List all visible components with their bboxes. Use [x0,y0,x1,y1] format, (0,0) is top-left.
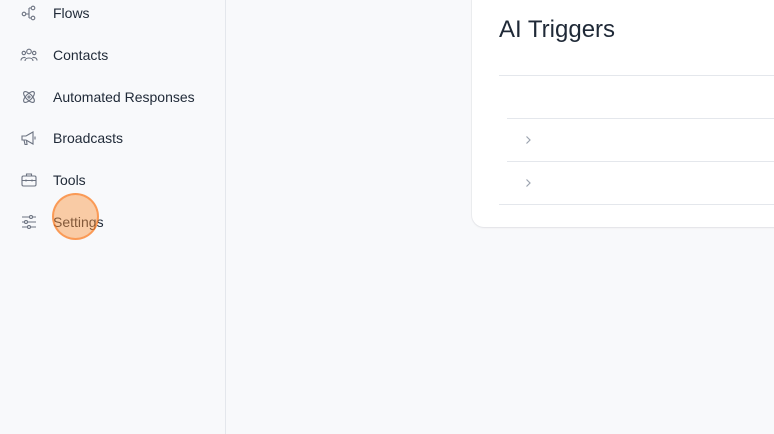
sidebar-item-label: Automated Responses [53,89,195,105]
list-item[interactable] [507,119,774,161]
flows-icon [20,4,38,22]
sidebar-item-label: Broadcasts [53,130,124,146]
list-item[interactable] [507,162,774,204]
megaphone-icon [20,129,38,147]
sidebar-item-label: Contacts [53,47,109,63]
sidebar-item-settings[interactable]: Settings [0,207,225,237]
chevron-right-icon[interactable] [522,134,534,146]
sidebar-item-label: Flows [53,5,90,21]
toolbox-icon [20,171,38,189]
divider [499,204,774,205]
contacts-icon [20,46,38,64]
sliders-icon [20,213,38,231]
sidebar-item-label: Tools [53,172,86,188]
automated-responses-icon [20,88,38,106]
divider [499,75,774,76]
sidebar-item-contacts[interactable]: Contacts [0,40,225,70]
sidebar: Flows Contacts Automated Responses Broad… [0,0,226,434]
page-title: AI Triggers [499,16,616,43]
chevron-right-icon[interactable] [522,177,534,189]
sidebar-item-label: Settings [53,214,104,230]
sidebar-item-broadcasts[interactable]: Broadcasts [0,123,225,153]
sidebar-item-automated-responses[interactable]: Automated Responses [0,82,225,112]
sidebar-item-tools[interactable]: Tools [0,165,225,195]
sidebar-item-flows[interactable]: Flows [0,0,225,28]
